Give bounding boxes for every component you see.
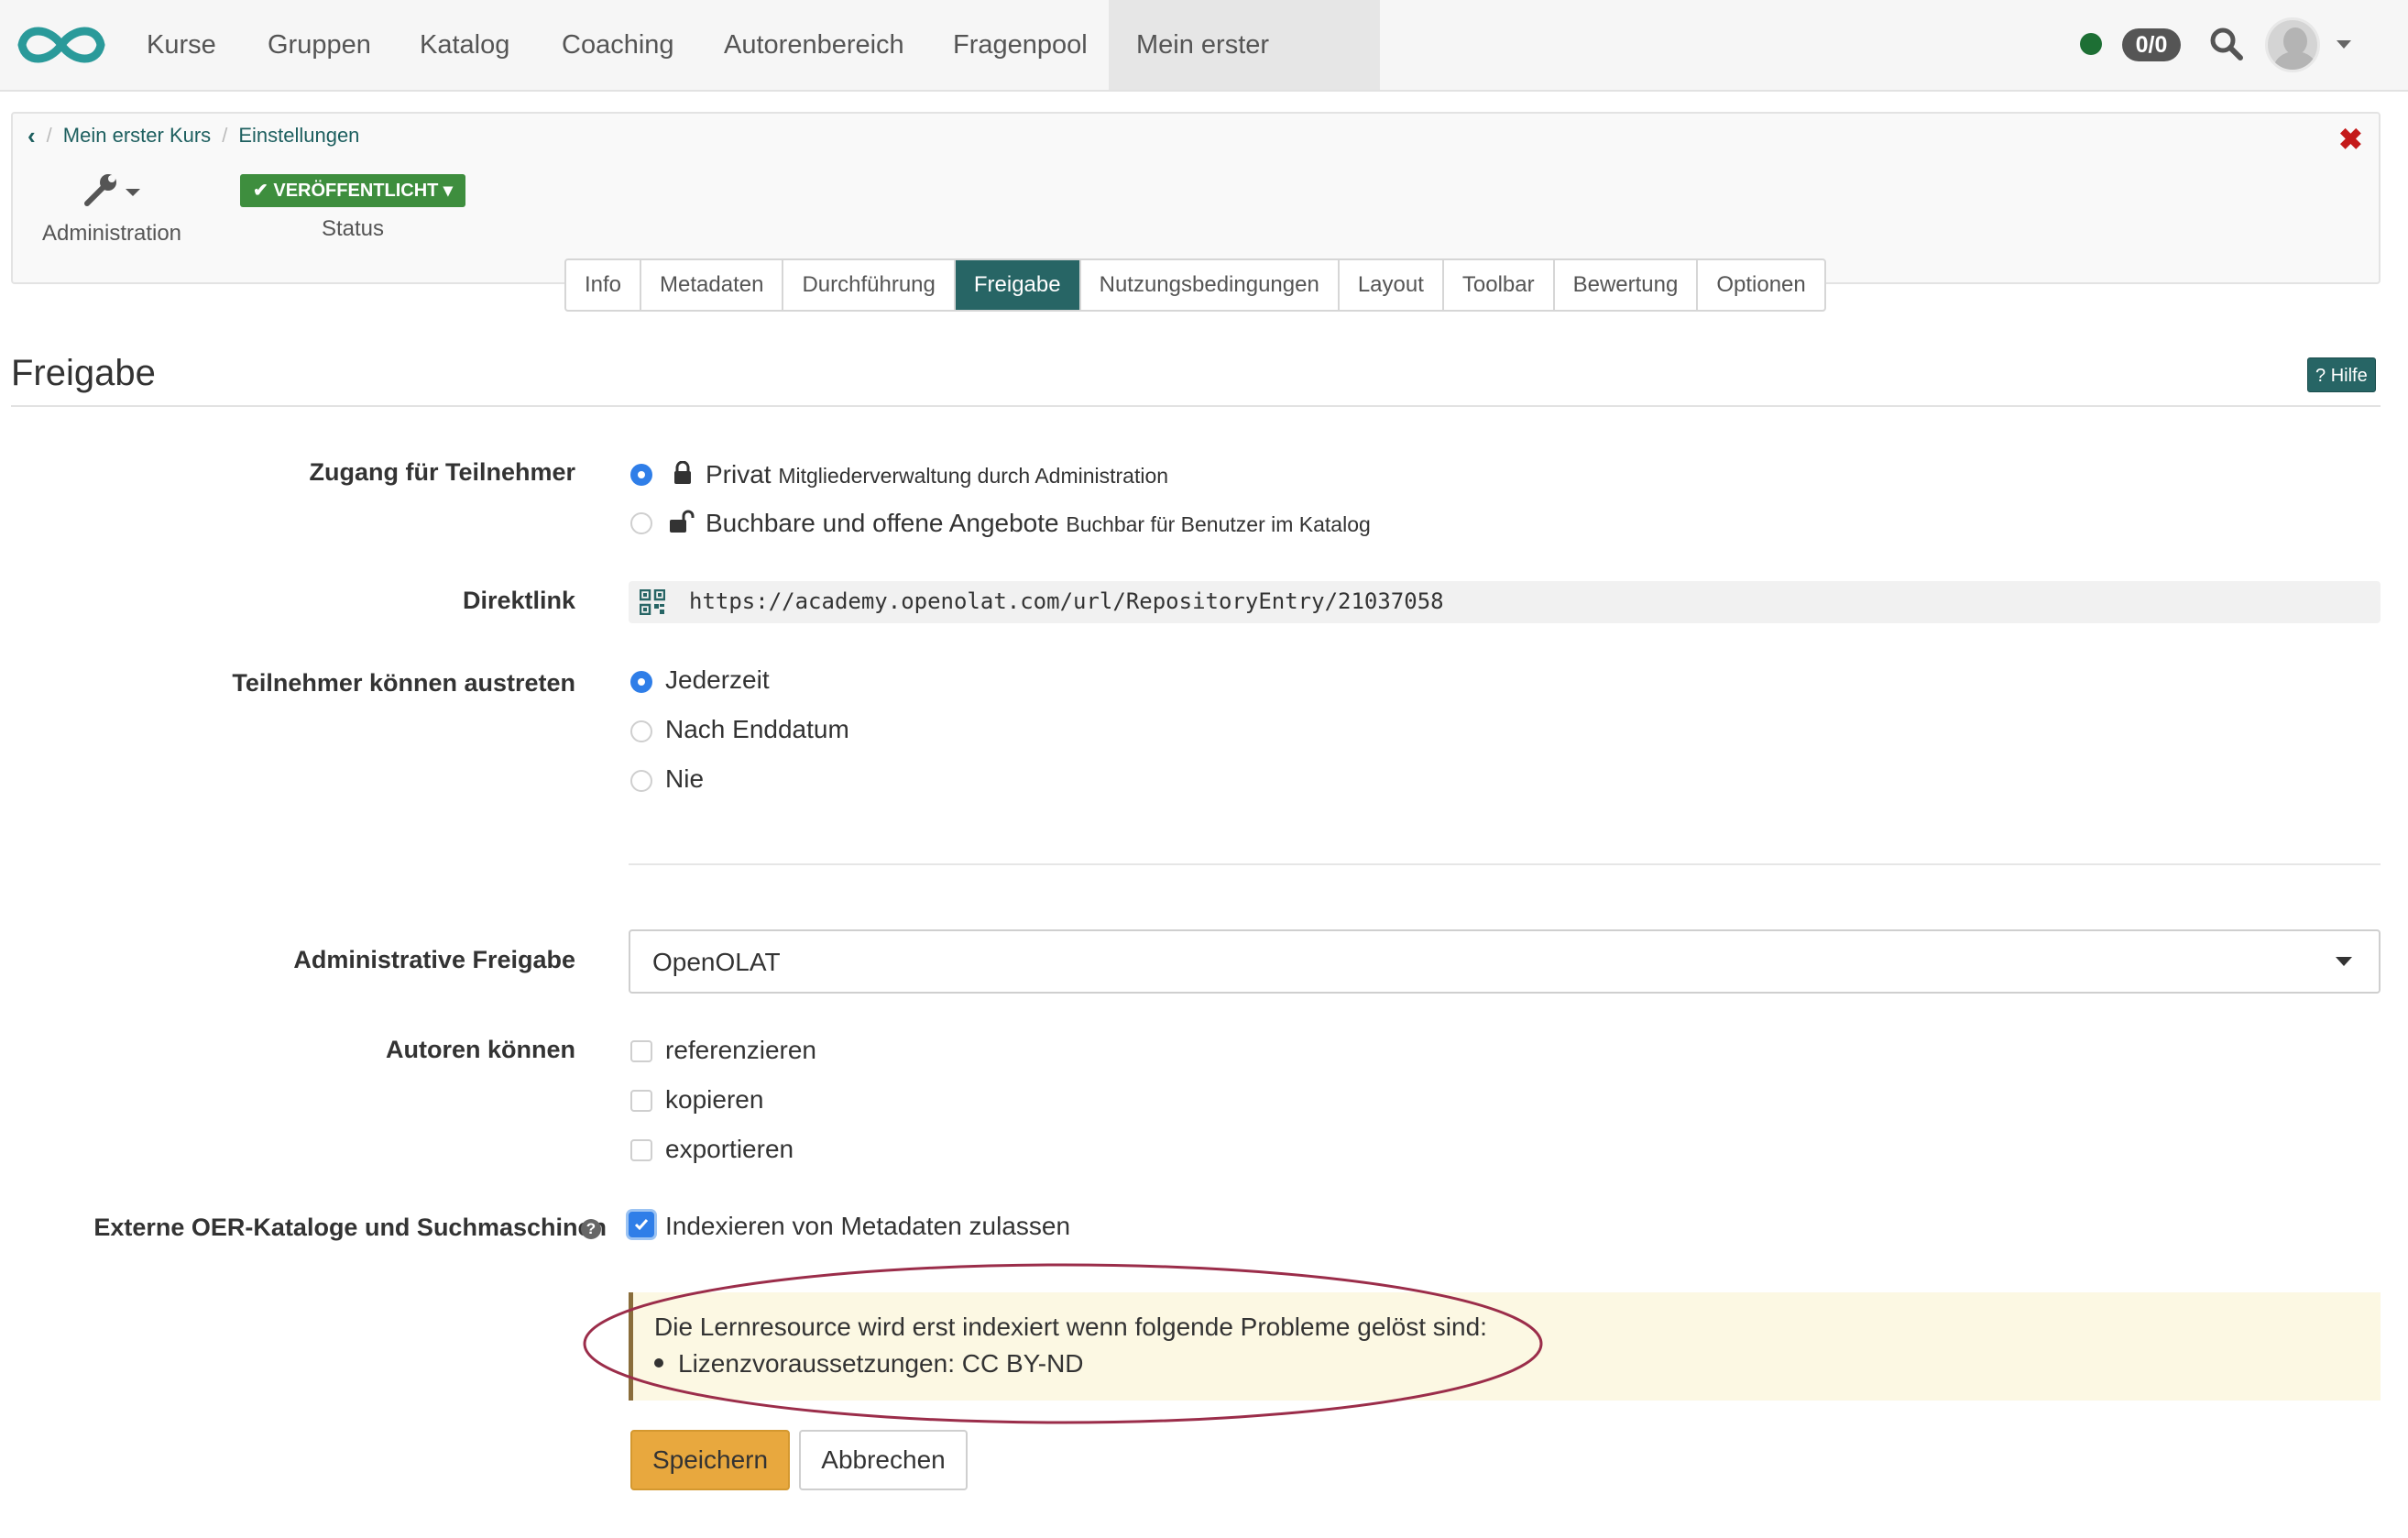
tab-metadaten[interactable]: Metadaten bbox=[641, 260, 784, 310]
publish-status-button[interactable]: ✔ VERÖFFENTLICHT ▾ bbox=[240, 174, 465, 207]
option-exportieren[interactable]: exportieren bbox=[665, 1135, 794, 1164]
tab-toolbar[interactable]: Toolbar bbox=[1444, 260, 1555, 310]
admin-share-label: Administrative Freigabe bbox=[293, 946, 575, 973]
checkbox-referenzieren[interactable] bbox=[630, 1040, 652, 1062]
user-avatar[interactable] bbox=[2265, 17, 2320, 72]
annotation-ellipse bbox=[583, 1263, 1543, 1424]
check-icon bbox=[634, 1219, 649, 1231]
save-button[interactable]: Speichern bbox=[630, 1430, 790, 1490]
directlink-label: Direktlink bbox=[462, 587, 575, 614]
option-buchbar[interactable]: Buchbare und offene Angebote Buchbar für… bbox=[706, 509, 1371, 538]
radio-nie[interactable] bbox=[630, 770, 652, 792]
radio-buchbar[interactable] bbox=[630, 512, 652, 534]
tab-durchfuehrung[interactable]: Durchführung bbox=[783, 260, 956, 310]
wrench-icon bbox=[84, 174, 140, 206]
breadcrumb-separator: / bbox=[222, 124, 228, 147]
option-indexieren[interactable]: Indexieren von Metadaten zulassen bbox=[665, 1212, 1070, 1241]
close-icon[interactable]: ✖ bbox=[2338, 122, 2363, 157]
tab-bewertung[interactable]: Bewertung bbox=[1555, 260, 1699, 310]
option-referenzieren[interactable]: referenzieren bbox=[665, 1036, 816, 1065]
checkbox-kopieren[interactable] bbox=[630, 1090, 652, 1112]
admin-share-select[interactable] bbox=[629, 929, 2381, 994]
notification-count-badge[interactable]: 0/0 bbox=[2122, 28, 2181, 61]
option-jederzeit[interactable]: Jederzeit bbox=[665, 665, 770, 695]
breadcrumb: ‹ / Mein erster Kurs / Einstellungen bbox=[27, 119, 359, 152]
search-icon[interactable] bbox=[2208, 26, 2245, 62]
nav-gruppen[interactable]: Gruppen bbox=[240, 0, 399, 90]
checkbox-exportieren[interactable] bbox=[630, 1139, 652, 1161]
question-circle-icon[interactable]: ? bbox=[581, 1219, 601, 1239]
status-button-label: VERÖFFENTLICHT bbox=[273, 181, 439, 201]
option-nie[interactable]: Nie bbox=[665, 764, 704, 794]
radio-jederzeit[interactable] bbox=[630, 671, 652, 693]
lock-icon bbox=[674, 461, 691, 484]
nav-coaching[interactable]: Coaching bbox=[534, 0, 702, 90]
title-divider bbox=[11, 405, 2381, 407]
breadcrumb-settings[interactable]: Einstellungen bbox=[238, 119, 359, 152]
help-label: Hilfe bbox=[2330, 366, 2368, 386]
admin-share-value: OpenOLAT bbox=[652, 948, 781, 976]
option-buchbar-desc: Buchbar für Benutzer im Katalog bbox=[1066, 512, 1371, 536]
check-icon: ✔ bbox=[253, 181, 268, 201]
access-label: Zugang für Teilnehmer bbox=[309, 458, 575, 486]
nav-katalog[interactable]: Katalog bbox=[392, 0, 537, 90]
caret-down-icon: ▾ bbox=[443, 181, 453, 201]
help-button[interactable]: ? Hilfe bbox=[2307, 357, 2376, 392]
directlink-url[interactable]: https://academy.openolat.com/url/Reposit… bbox=[689, 588, 1444, 614]
tab-freigabe[interactable]: Freigabe bbox=[955, 260, 1081, 310]
option-privat[interactable]: Privat Mitgliederverwaltung durch Admini… bbox=[706, 460, 1168, 489]
administration-tool[interactable]: Administration bbox=[29, 172, 194, 247]
openolat-logo-icon[interactable] bbox=[13, 18, 110, 71]
qr-code-icon[interactable] bbox=[640, 589, 665, 615]
option-buchbar-title: Buchbare und offene Angebote bbox=[706, 509, 1059, 537]
authors-label: Autoren können bbox=[386, 1036, 575, 1063]
option-privat-desc: Mitgliederverwaltung durch Administratio… bbox=[778, 464, 1169, 488]
top-navigation: Kurse Gruppen Katalog Coaching Autorenbe… bbox=[0, 0, 2408, 149]
oer-label: Externe OER-Kataloge und Suchmaschinen bbox=[93, 1214, 607, 1241]
form-divider bbox=[629, 863, 2381, 865]
option-nach-enddatum[interactable]: Nach Enddatum bbox=[665, 715, 849, 744]
status-label: Status bbox=[321, 216, 385, 241]
settings-tabs: Info Metadaten Durchführung Freigabe Nut… bbox=[564, 258, 1826, 312]
checkbox-indexieren[interactable] bbox=[629, 1212, 654, 1237]
status-tool: ✔ VERÖFFENTLICHT ▾ Status bbox=[240, 174, 465, 242]
nav-tab-mein-erster-kurs[interactable]: Mein erster Kurs✖ bbox=[1109, 0, 1380, 149]
page-title: Freigabe bbox=[11, 353, 156, 393]
nav-fragenpool[interactable]: Fragenpool bbox=[925, 0, 1115, 90]
unlock-icon bbox=[670, 510, 695, 533]
tab-nutzungsbedingungen[interactable]: Nutzungsbedingungen bbox=[1081, 260, 1340, 310]
tab-optionen[interactable]: Optionen bbox=[1698, 260, 1823, 310]
option-privat-title: Privat bbox=[706, 460, 772, 489]
online-status-icon[interactable] bbox=[2080, 33, 2102, 55]
radio-privat[interactable] bbox=[630, 464, 652, 486]
nav-autorenbereich[interactable]: Autorenbereich bbox=[696, 0, 932, 90]
tab-info[interactable]: Info bbox=[566, 260, 642, 310]
nav-kurse[interactable]: Kurse bbox=[119, 0, 244, 90]
back-chevron-icon[interactable]: ‹ bbox=[27, 119, 36, 152]
caret-down-icon bbox=[2336, 957, 2352, 966]
administration-label: Administration bbox=[41, 221, 182, 246]
cancel-button[interactable]: Abbrechen bbox=[799, 1430, 968, 1490]
question-circle-icon: ? bbox=[2315, 366, 2326, 386]
breadcrumb-separator: / bbox=[46, 124, 52, 147]
tab-layout[interactable]: Layout bbox=[1340, 260, 1444, 310]
radio-nach-enddatum[interactable] bbox=[630, 720, 652, 742]
leave-label: Teilnehmer können austreten bbox=[232, 669, 575, 697]
option-kopieren[interactable]: kopieren bbox=[665, 1085, 763, 1115]
breadcrumb-course[interactable]: Mein erster Kurs bbox=[63, 119, 211, 152]
chevron-down-icon[interactable] bbox=[2337, 40, 2351, 49]
